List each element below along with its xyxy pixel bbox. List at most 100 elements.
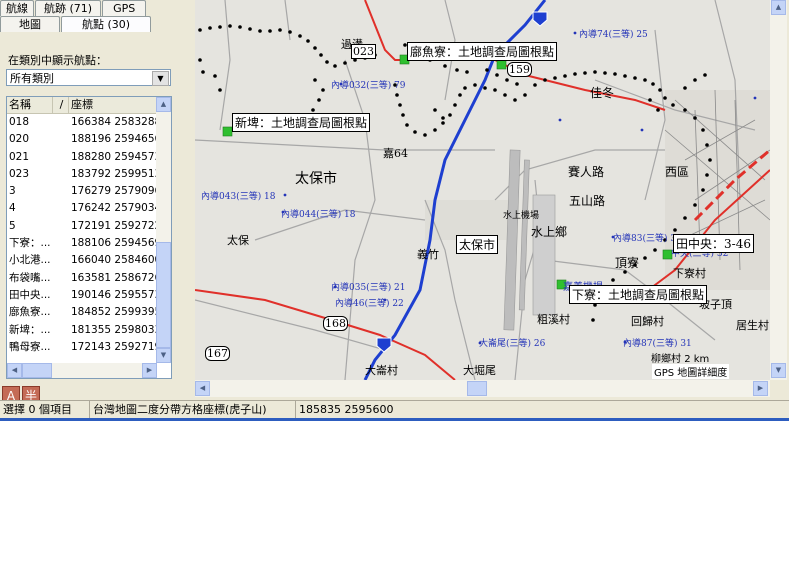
waypoint-list[interactable]: 名稱 / 座標 018 166384 2583288 020 188196 25946… [6, 96, 172, 379]
list-vertical-scrollbar[interactable]: ▲ ▼ [156, 97, 171, 363]
waypoint-name: 下寮：... [9, 237, 51, 250]
category-select-value: 所有類別 [10, 72, 54, 85]
list-item[interactable]: 鴨母寮... 172143 2592719 [7, 339, 171, 356]
map-point-label: 內導043(三等) 18 [201, 192, 276, 202]
waypoint-name: 023 [9, 167, 30, 180]
list-item[interactable]: 018 166384 2583288 [7, 114, 171, 131]
waypoint-name: 3 [9, 185, 16, 198]
scroll-up-icon[interactable]: ▲ [156, 97, 171, 112]
list-item[interactable]: 021 188280 2594573 [7, 149, 171, 166]
map-label-town: 回歸村 [631, 315, 664, 328]
map-scroll-left-icon[interactable]: ◀ [195, 381, 210, 396]
map-view[interactable]: 太保市 太保 水上鄉 五山路 頂寮 下寮村 粗溪村 回歸村 居生村 賽人路 西區… [195, 0, 770, 380]
map-label-town: 下寮村 [673, 267, 706, 280]
list-item[interactable]: 3 176279 2579096 [7, 183, 171, 200]
waypoint-callout[interactable]: 廍魚寮：土地調查局圖根點 [407, 42, 558, 61]
list-item[interactable]: 布袋嘴... 163581 2586726 [7, 270, 171, 287]
waypoint-name: 021 [9, 150, 30, 163]
map-scroll-up-icon[interactable]: ▲ [771, 0, 786, 15]
column-header-coord[interactable]: 座標 [69, 97, 157, 113]
map-point-label: 大崙尾(三等) 26 [479, 339, 546, 349]
waypoint-callout[interactable]: 新埤：土地調查局圖根點 [232, 113, 371, 132]
map-label-town: 頂寮 [615, 256, 640, 270]
waypoint-name: 田中央... [9, 288, 51, 301]
map-scroll-down-icon[interactable]: ▼ [771, 363, 786, 378]
list-item[interactable]: 020 188196 2594656 [7, 131, 171, 148]
list-item[interactable]: 5 172191 2592722 [7, 218, 171, 235]
tab-gps[interactable]: GPS [102, 0, 147, 16]
map-horizontal-scrollbar[interactable]: ◀ ▶ [195, 380, 770, 397]
map-point-label: 內導74(三等) 25 [579, 30, 648, 40]
map-road-shield: 159 [507, 62, 532, 77]
map-label-town: 太保 [227, 234, 249, 247]
map-label-town: 粗溪村 [537, 313, 570, 326]
map-label-town: 西區 [665, 165, 690, 179]
waypoint-callout[interactable]: 太保市 [456, 235, 499, 254]
waypoint-name: 020 [9, 133, 30, 146]
status-bar: 選擇 0 個項目 台灣地圖二度分帶方格座標(虎子山) 185835 259560… [0, 400, 789, 419]
scroll-left-icon[interactable]: ◀ [7, 363, 22, 378]
column-sort-icon[interactable]: / [53, 97, 69, 113]
dropdown-arrow-icon[interactable]: ▼ [152, 71, 169, 86]
waypoint-name: 廍魚寮... [9, 306, 51, 319]
list-item[interactable]: 小北港... 166040 2584600 [7, 252, 171, 269]
map-label-airport: 水上機場 [503, 211, 540, 221]
map-label-town: 大堀尾 [463, 364, 496, 377]
map-hscroll-thumb[interactable] [467, 381, 487, 396]
map-vertical-scrollbar[interactable]: ▲ ▼ [770, 0, 787, 380]
column-header-name[interactable]: 名稱 [7, 97, 53, 113]
map-detail-label: GPS 地圖詳細度 [652, 364, 730, 379]
list-item[interactable]: 4 176242 2579034 [7, 200, 171, 217]
map-road-shield: 167 [205, 346, 230, 361]
waypoint-name: 新埤：... [9, 323, 51, 336]
map-label-town: 大崙村 [365, 364, 398, 377]
tab-row-lower: 地圖 航點 (30) [0, 16, 152, 32]
waypoint-name: 小北港... [9, 254, 51, 267]
list-item[interactable]: 廍魚寮... 184852 2599395 [7, 304, 171, 321]
map-point-label: 內導032(三等) 79 [331, 81, 406, 91]
map-scroll-right-icon[interactable]: ▶ [753, 381, 768, 396]
scroll-thumb[interactable] [156, 242, 171, 348]
map-road-shield: 168 [323, 316, 348, 331]
status-cursor-coords: 185835 2595600 [295, 401, 393, 419]
list-item[interactable]: 新埤：... 181355 2598033 [7, 322, 171, 339]
category-select[interactable]: 所有類別 ▼ [6, 69, 171, 86]
list-rows: 018 166384 2583288 020 188196 2594656 021 188… [7, 114, 171, 356]
list-item[interactable]: 下寮：... 188106 2594569 [7, 235, 171, 252]
map-label-town: 佳冬 [590, 86, 615, 100]
waypoint-name: 布袋嘴... [9, 271, 51, 284]
status-grid-system: 台灣地圖二度分帶方格座標(虎子山) [89, 401, 267, 419]
tab-map[interactable]: 地圖 [0, 16, 60, 32]
map-point-label: 內導87(三等) 31 [623, 339, 692, 349]
map-label-road: 五山路 [569, 194, 606, 208]
window-bottom-edge [0, 418, 789, 421]
waypoint-callout[interactable]: 下寮：土地調查局圖根點 [569, 285, 708, 304]
tab-row-upper: 航線 航跡 (71) GPS [0, 0, 147, 16]
list-item[interactable]: 023 183792 2599513 [7, 166, 171, 183]
waypoint-name: 4 [9, 202, 16, 215]
tab-routes[interactable]: 航線 [0, 0, 34, 16]
scroll-right-icon[interactable]: ▶ [142, 363, 157, 378]
scale-label: 柳鄉村 2 km [651, 350, 709, 365]
waypoint-name: 018 [9, 116, 30, 128]
category-filter-label: 在類別中顯示航點： [8, 54, 107, 67]
map-label-town: 義竹 [417, 248, 439, 261]
hscroll-thumb[interactable] [22, 363, 52, 378]
waypoint-callout[interactable]: 田中央：3-46 [673, 234, 754, 253]
scroll-down-icon[interactable]: ▼ [156, 348, 171, 363]
list-item[interactable]: 田中央... 190146 2595573 [7, 287, 171, 304]
waypoint-name: 鴨母寮... [9, 340, 51, 353]
map-point-label: 內導83(三等) 32 [613, 234, 682, 244]
tab-tracks[interactable]: 航跡 (71) [35, 0, 102, 16]
map-label-town: 居生村 [736, 319, 769, 332]
tab-waypoints[interactable]: 航點 (30) [61, 16, 152, 32]
map-road-shield: 023 [351, 44, 376, 59]
map-point-label: 內導035(三等) 21 [331, 283, 406, 293]
application-window: 航線 航跡 (71) GPS 地圖 航點 (30) 在類別中顯示航點： 所有類別… [0, 0, 789, 421]
map-label-road: 嘉64 [383, 147, 408, 160]
waypoint-name: 5 [9, 219, 16, 232]
map-label-town: 水上鄉 [531, 225, 568, 239]
list-header: 名稱 / 座標 [7, 97, 171, 114]
waypoint-panel: 航線 航跡 (71) GPS 地圖 航點 (30) 在類別中顯示航點： 所有類別… [0, 0, 193, 404]
list-horizontal-scrollbar[interactable]: ◀ ▶ [7, 363, 157, 378]
